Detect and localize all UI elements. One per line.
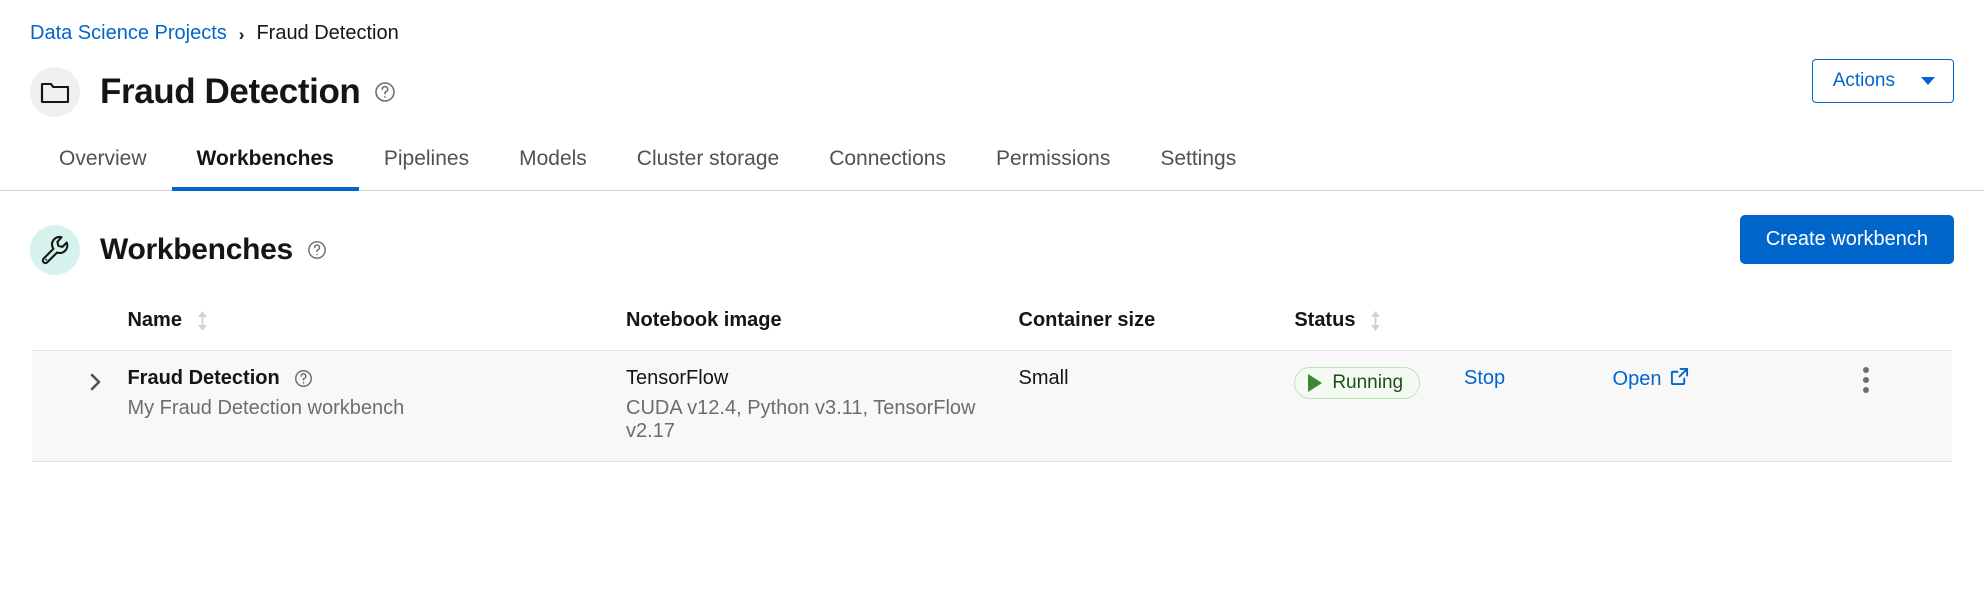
column-header-name-label: Name <box>127 309 182 331</box>
status-badge-label: Running <box>1332 372 1404 393</box>
breadcrumb-separator-icon: › <box>238 24 245 44</box>
page-title: Fraud Detection <box>100 72 361 111</box>
workbench-description: My Fraud Detection workbench <box>127 397 405 419</box>
tab-permissions[interactable]: Permissions <box>971 147 1135 191</box>
row-open-cell: Open <box>1612 350 1836 462</box>
tab-workbenches[interactable]: Workbenches <box>171 147 359 191</box>
play-icon <box>1308 374 1323 392</box>
actions-button[interactable]: Actions <box>1811 59 1954 103</box>
tab-overview[interactable]: Overview <box>34 147 172 191</box>
external-link-icon <box>1670 367 1689 392</box>
workbenches-table: Name Notebook image Container size Statu… <box>32 309 1952 462</box>
page-header: Fraud Detection Actions <box>0 45 1984 117</box>
column-header-expand <box>32 309 127 351</box>
notebook-image-name: TensorFlow <box>626 367 729 389</box>
sort-icon[interactable] <box>196 310 209 332</box>
tab-models[interactable]: Models <box>494 147 612 191</box>
breadcrumb-current: Fraud Detection <box>256 22 399 44</box>
column-header-container-size: Container size <box>1018 309 1156 331</box>
notebook-image-detail: CUDA v12.4, Python v3.11, TensorFlow v2.… <box>626 397 976 442</box>
page-title-help-icon[interactable] <box>374 81 396 103</box>
row-container-size-cell: Small <box>1018 350 1295 462</box>
column-header-status[interactable]: Status <box>1294 309 1952 351</box>
status-badge: Running <box>1294 367 1421 399</box>
container-size-value: Small <box>1018 367 1069 389</box>
tab-connections[interactable]: Connections <box>804 147 971 191</box>
workbench-name[interactable]: Fraud Detection <box>127 367 279 390</box>
row-expand-cell <box>32 350 128 462</box>
stop-link[interactable]: Stop <box>1464 367 1505 390</box>
table-header-row: Name Notebook image Container size Statu… <box>32 309 1952 351</box>
caret-down-icon <box>1921 77 1935 85</box>
breadcrumb: Data Science Projects › Fraud Detection <box>0 0 1984 45</box>
kebab-menu-icon[interactable] <box>1851 367 1881 393</box>
table-row: Fraud Detection My Fraud Detection workb… <box>32 350 1952 462</box>
create-workbench-button[interactable]: Create workbench <box>1739 215 1954 264</box>
workbench-name-help-icon[interactable] <box>294 369 313 388</box>
row-notebook-image-cell: TensorFlow CUDA v12.4, Python v3.11, Ten… <box>626 350 1019 462</box>
tab-settings[interactable]: Settings <box>1135 147 1261 191</box>
column-header-notebook-image: Notebook image <box>626 309 782 331</box>
column-header-status-label: Status <box>1294 309 1356 331</box>
actions-button-label: Actions <box>1832 70 1895 91</box>
section-title: Workbenches <box>100 233 293 266</box>
tab-bar: Overview Workbenches Pipelines Models Cl… <box>0 117 1984 191</box>
wrench-icon <box>30 225 80 275</box>
section-header: Workbenches Create workbench <box>0 191 1984 275</box>
open-link[interactable]: Open <box>1613 367 1690 392</box>
tab-cluster-storage[interactable]: Cluster storage <box>612 147 804 191</box>
row-name-cell: Fraud Detection My Fraud Detection workb… <box>127 350 627 462</box>
section-help-icon[interactable] <box>307 240 327 260</box>
folder-icon <box>30 67 80 117</box>
open-link-label: Open <box>1612 368 1662 390</box>
breadcrumb-link-projects[interactable]: Data Science Projects <box>30 22 227 45</box>
chevron-right-icon[interactable] <box>78 367 112 397</box>
sort-icon[interactable] <box>1369 310 1382 332</box>
workbenches-table-wrap: Name Notebook image Container size Statu… <box>0 275 1984 462</box>
row-status-cell: Running <box>1294 350 1465 462</box>
tab-pipelines[interactable]: Pipelines <box>359 147 494 191</box>
row-stop-cell: Stop <box>1464 350 1613 462</box>
column-header-name[interactable]: Name <box>127 309 626 351</box>
row-kebab-cell <box>1835 350 1952 462</box>
